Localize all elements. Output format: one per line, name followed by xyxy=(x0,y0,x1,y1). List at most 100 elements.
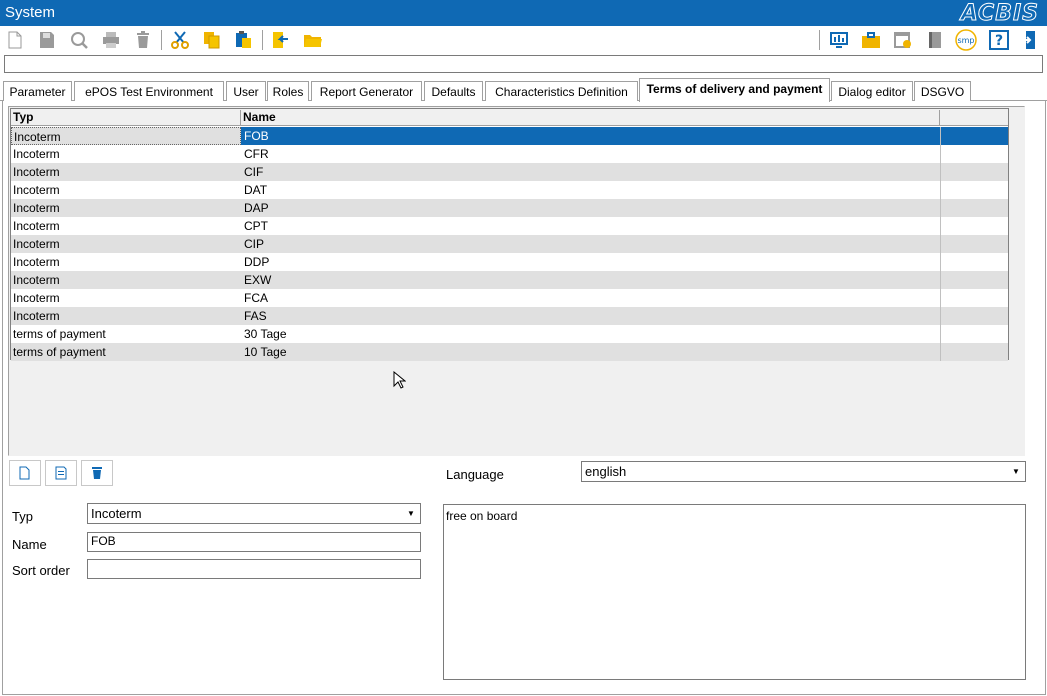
smp-icon[interactable]: smp xyxy=(955,29,977,51)
language-value: english xyxy=(585,464,627,479)
language-label: Language xyxy=(446,467,504,482)
table-row[interactable]: Incoterm CPT xyxy=(11,217,1008,235)
cell-name: CPT xyxy=(244,219,268,233)
cell-typ: Incoterm xyxy=(13,183,60,197)
table-row[interactable]: Incoterm FOB xyxy=(11,127,1008,145)
save-entry-button[interactable] xyxy=(45,460,77,486)
new-entry-button[interactable] xyxy=(9,460,41,486)
typ-label: Typ xyxy=(12,509,33,524)
svg-text:smp: smp xyxy=(957,36,974,45)
cell-name: CFR xyxy=(244,147,269,161)
cell-name: 30 Tage xyxy=(244,327,287,341)
delete-icon[interactable] xyxy=(132,29,154,51)
table-row[interactable]: Incoterm CIF xyxy=(11,163,1008,181)
command-input[interactable] xyxy=(4,55,1043,73)
tab-characteristics-definition[interactable]: Characteristics Definition xyxy=(485,81,638,101)
name-field[interactable]: FOB xyxy=(87,532,421,552)
cell-typ: Incoterm xyxy=(13,201,60,215)
cell-name: DDP xyxy=(244,255,270,269)
table-row[interactable]: Incoterm DAT xyxy=(11,181,1008,199)
cell-typ: Incoterm xyxy=(13,165,60,179)
cell-extra xyxy=(940,343,1008,361)
tab-dsgvo[interactable]: DSGVO xyxy=(914,81,971,101)
exit-door-icon[interactable] xyxy=(1020,29,1042,51)
cell-name: CIF xyxy=(244,165,264,179)
cell-name: FAS xyxy=(244,309,267,323)
briefcase-icon[interactable] xyxy=(860,29,882,51)
tab-roles[interactable]: Roles xyxy=(267,81,309,101)
cell-extra xyxy=(940,253,1008,271)
delete-entry-button[interactable] xyxy=(81,460,113,486)
cell-typ: Incoterm xyxy=(13,237,60,251)
column-header-name[interactable]: Name xyxy=(241,110,940,126)
cell-name: EXW xyxy=(244,273,272,287)
toolbar: smp ? xyxy=(0,26,1047,54)
save-icon[interactable] xyxy=(36,29,58,51)
cell-name: DAT xyxy=(244,183,268,197)
book-icon[interactable] xyxy=(924,29,946,51)
tab-terms-of-delivery-and-payment[interactable]: Terms of delivery and payment xyxy=(639,78,830,102)
sort-order-label: Sort order xyxy=(12,563,70,578)
calendar-icon[interactable] xyxy=(892,29,914,51)
tab-epos-test-environment[interactable]: ePOS Test Environment xyxy=(74,81,224,101)
terms-table[interactable]: Typ Name Incoterm FOB Incoterm CFR Incoterm C… xyxy=(10,108,1009,361)
paste-icon[interactable] xyxy=(233,29,255,51)
cut-icon[interactable] xyxy=(169,29,191,51)
cell-name: CIP xyxy=(244,237,265,251)
tab-report-generator[interactable]: Report Generator xyxy=(311,81,422,101)
cell-typ: Incoterm xyxy=(13,147,60,161)
cell-extra xyxy=(940,307,1008,325)
table-row[interactable]: Incoterm FAS xyxy=(11,307,1008,325)
cell-extra xyxy=(940,271,1008,289)
cell-extra xyxy=(940,145,1008,163)
sort-order-field[interactable] xyxy=(87,559,421,579)
cell-extra xyxy=(940,163,1008,181)
table-row[interactable]: Incoterm CIP xyxy=(11,235,1008,253)
cell-typ: Incoterm xyxy=(13,273,60,287)
acbis-logo: ACBIS xyxy=(960,1,1039,27)
monitor-report-icon[interactable] xyxy=(828,29,850,51)
window-title: System xyxy=(5,4,56,21)
cell-extra xyxy=(940,181,1008,199)
cell-extra xyxy=(940,199,1008,217)
svg-text:?: ? xyxy=(995,33,1003,49)
cell-extra xyxy=(940,289,1008,307)
title-bar: System ACBIS xyxy=(0,0,1047,27)
tab-user[interactable]: User xyxy=(226,81,266,101)
search-icon[interactable] xyxy=(68,29,90,51)
cell-extra xyxy=(940,325,1008,343)
cell-typ: Incoterm xyxy=(13,219,60,233)
cell-name: DAP xyxy=(244,201,269,215)
cell-name: 10 Tage xyxy=(244,345,287,359)
language-select[interactable]: english ▼ xyxy=(581,461,1026,482)
typ-select[interactable]: Incoterm ▼ xyxy=(87,503,421,524)
table-row[interactable]: terms of payment 30 Tage xyxy=(11,325,1008,343)
table-row[interactable]: Incoterm DDP xyxy=(11,253,1008,271)
cell-name: FCA xyxy=(244,291,268,305)
column-header-typ[interactable]: Typ xyxy=(11,110,241,126)
cell-typ: Incoterm xyxy=(11,127,241,145)
name-label: Name xyxy=(12,537,47,552)
help-icon[interactable]: ? xyxy=(988,29,1010,51)
tab-defaults[interactable]: Defaults xyxy=(424,81,483,101)
new-document-icon[interactable] xyxy=(4,29,26,51)
tab-dialog-editor[interactable]: Dialog editor xyxy=(831,81,913,101)
cell-extra xyxy=(940,217,1008,235)
description-textarea[interactable]: free on board xyxy=(443,504,1026,680)
table-row[interactable]: Incoterm CFR xyxy=(11,145,1008,163)
table-row[interactable]: Incoterm EXW xyxy=(11,271,1008,289)
cell-typ: Incoterm xyxy=(13,291,60,305)
import-icon[interactable] xyxy=(270,29,292,51)
chevron-down-icon[interactable]: ▼ xyxy=(403,505,419,522)
chevron-down-icon[interactable]: ▼ xyxy=(1008,463,1024,480)
copy-icon[interactable] xyxy=(201,29,223,51)
print-icon[interactable] xyxy=(100,29,122,51)
open-folder-icon[interactable] xyxy=(302,29,324,51)
table-header: Typ Name xyxy=(11,109,1008,126)
cell-typ: Incoterm xyxy=(13,255,60,269)
cell-typ: terms of payment xyxy=(13,345,106,359)
table-row[interactable]: Incoterm FCA xyxy=(11,289,1008,307)
tab-parameter[interactable]: Parameter xyxy=(3,81,72,101)
table-row[interactable]: Incoterm DAP xyxy=(11,199,1008,217)
table-row[interactable]: terms of payment 10 Tage xyxy=(11,343,1008,361)
